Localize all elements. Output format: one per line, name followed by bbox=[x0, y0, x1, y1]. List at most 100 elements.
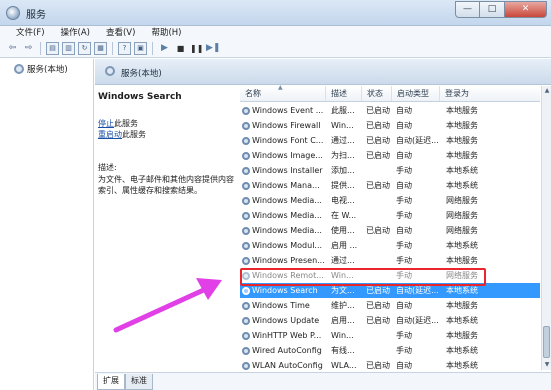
column-header-description[interactable]: 描述 bbox=[326, 86, 362, 101]
services-header: 服务(本地) bbox=[95, 59, 551, 85]
forward-arrow-icon[interactable]: ⇨ bbox=[22, 42, 35, 55]
service-name: Windows Media... bbox=[252, 211, 322, 220]
tab-extended[interactable]: 扩展 bbox=[97, 374, 125, 390]
menu-help[interactable]: 帮助(H) bbox=[143, 26, 189, 40]
service-row[interactable]: WLAN AutoConfig WLA... 已启动 自动 本地系统 bbox=[240, 358, 540, 373]
service-name: Wired AutoConfig bbox=[252, 346, 322, 355]
stop-service-action: 停止此服务 bbox=[98, 118, 138, 129]
service-status-cell: 已启动 bbox=[366, 301, 390, 310]
description-label: 描述: bbox=[98, 163, 117, 172]
service-row[interactable]: Windows Installer 添加... 手动 本地系统 bbox=[240, 163, 540, 178]
scroll-up-icon[interactable]: ▲ bbox=[542, 86, 551, 96]
service-name-cell: Windows Mana... bbox=[240, 181, 326, 190]
service-log-on-as-cell: 网络服务 bbox=[446, 226, 478, 235]
header-title: 服务(本地) bbox=[121, 69, 162, 79]
show-console-tree-icon[interactable]: ▤ bbox=[46, 42, 59, 55]
restart-service-icon[interactable]: ▶❚ bbox=[206, 42, 220, 55]
service-row[interactable]: Windows Media... 使用... 已启动 自动 网络服务 bbox=[240, 223, 540, 238]
maximize-button[interactable]: □ bbox=[480, 1, 505, 18]
export-list-icon[interactable]: ▦ bbox=[94, 42, 107, 55]
service-row[interactable]: Windows Mana... 提供... 已启动 自动 本地系统 bbox=[240, 178, 540, 193]
properties-icon[interactable]: ▥ bbox=[62, 42, 75, 55]
toolbar: ⇦ ⇨ ▤ ▥ ↻ ▦ ? ▣ ▶ ■ ❚❚ ▶❚ bbox=[0, 40, 551, 58]
menu-file[interactable]: 文件(F) bbox=[0, 26, 53, 40]
scrollbar-thumb[interactable] bbox=[543, 326, 550, 358]
selected-service-name: Windows Search bbox=[98, 92, 182, 102]
help-icon[interactable]: ? bbox=[118, 42, 131, 55]
back-arrow-icon[interactable]: ⇦ bbox=[6, 42, 19, 55]
column-header-name[interactable]: 名称 bbox=[240, 86, 326, 101]
stop-link[interactable]: 停止 bbox=[98, 119, 114, 128]
service-name-cell: Windows Search bbox=[240, 286, 326, 295]
service-log-on-as-cell: 本地服务 bbox=[446, 256, 478, 265]
scroll-down-icon[interactable]: ▼ bbox=[542, 360, 551, 370]
service-log-on-as-cell: 本地服务 bbox=[446, 331, 478, 340]
stop-service-icon[interactable]: ■ bbox=[174, 42, 187, 55]
service-startup-type-cell: 自动 bbox=[396, 226, 412, 235]
menu-bar: 文件(F) 操作(A) 查看(V) 帮助(H) bbox=[0, 26, 551, 40]
service-name: WLAN AutoConfig bbox=[252, 361, 323, 370]
service-status-cell: 已启动 bbox=[366, 316, 390, 325]
service-row[interactable]: Windows Update 启用... 已启动 自动(延迟... 本地系统 bbox=[240, 313, 540, 328]
service-status-cell: 已启动 bbox=[366, 121, 390, 130]
pointer-arrow-annotation bbox=[113, 278, 222, 333]
service-name: WinHTTP Web P... bbox=[252, 331, 322, 340]
service-startup-type-cell: 手动 bbox=[396, 256, 412, 265]
minimize-button[interactable]: — bbox=[455, 1, 480, 18]
service-name-cell: Windows Font C... bbox=[240, 136, 326, 145]
menu-view[interactable]: 查看(V) bbox=[98, 26, 143, 40]
tree-node-label: 服务(本地) bbox=[27, 65, 68, 75]
service-row[interactable]: Windows Presen... 通过... 手动 本地服务 bbox=[240, 253, 540, 268]
start-service-icon[interactable]: ▶ bbox=[158, 42, 171, 55]
service-log-on-as-cell: 本地系统 bbox=[446, 361, 478, 370]
service-row[interactable]: Windows Time 维护... 已启动 自动 本地服务 bbox=[240, 298, 540, 313]
pause-service-icon[interactable]: ❚❚ bbox=[190, 42, 203, 55]
service-description-cell: 为文... bbox=[331, 286, 355, 295]
service-name: Windows Firewall bbox=[252, 121, 321, 130]
service-name: Windows Update bbox=[252, 316, 320, 325]
show-hide-action-pane-icon[interactable]: ▣ bbox=[134, 42, 147, 55]
restart-link[interactable]: 重启动 bbox=[98, 130, 122, 139]
service-description-cell: 通过... bbox=[331, 256, 355, 265]
service-row[interactable]: Windows Modul... 启用 ... 手动 本地系统 bbox=[240, 238, 540, 253]
service-log-on-as-cell: 本地系统 bbox=[446, 316, 478, 325]
gear-icon bbox=[14, 64, 24, 74]
column-header-startup-type[interactable]: 启动类型 bbox=[392, 86, 440, 101]
service-startup-type-cell: 自动 bbox=[396, 301, 412, 310]
service-status-cell: 已启动 bbox=[366, 361, 390, 370]
service-name: Windows Search bbox=[252, 286, 318, 295]
service-row[interactable]: Windows Event ... 此服... 已启动 自动 本地服务 bbox=[240, 103, 540, 118]
tab-standard[interactable]: 标准 bbox=[125, 374, 153, 390]
service-description-cell: 电视... bbox=[331, 196, 355, 205]
service-row[interactable]: WinHTTP Web P... Win... 手动 本地服务 bbox=[240, 328, 540, 343]
column-header-status[interactable]: 状态 bbox=[362, 86, 392, 101]
service-log-on-as-cell: 本地服务 bbox=[446, 136, 478, 145]
service-gear-icon bbox=[242, 241, 250, 250]
service-name-cell: Windows Event ... bbox=[240, 106, 326, 115]
refresh-icon[interactable]: ↻ bbox=[78, 42, 91, 55]
service-gear-icon bbox=[242, 346, 250, 355]
service-row[interactable]: Windows Font C... 通过... 已启动 自动(延迟... 本地服务 bbox=[240, 133, 540, 148]
service-row[interactable]: Windows Firewall Win... 已启动 自动 本地服务 bbox=[240, 118, 540, 133]
service-startup-type-cell: 自动(延迟... bbox=[396, 136, 439, 145]
tree-node-services-local[interactable]: 服务(本地) bbox=[14, 63, 68, 75]
close-button[interactable]: ✕ bbox=[505, 1, 547, 18]
service-row[interactable]: Windows Media... 在 W... 手动 网络服务 bbox=[240, 208, 540, 223]
vertical-scrollbar[interactable]: ▲ ▼ bbox=[541, 86, 551, 370]
restart-service-action: 重启动此服务 bbox=[98, 129, 146, 140]
service-log-on-as-cell: 本地系统 bbox=[446, 241, 478, 250]
menu-action[interactable]: 操作(A) bbox=[53, 26, 98, 40]
service-gear-icon bbox=[242, 301, 250, 310]
column-header-log-on-as[interactable]: 登录为 bbox=[440, 86, 540, 101]
service-description-cell: 在 W... bbox=[331, 211, 357, 220]
service-row[interactable]: Windows Image... 为扫... 已启动 自动 本地服务 bbox=[240, 148, 540, 163]
service-log-on-as-cell: 本地系统 bbox=[446, 166, 478, 175]
service-name: Windows Event ... bbox=[252, 106, 324, 115]
service-row[interactable]: Wired AutoConfig 有线... 手动 本地系统 bbox=[240, 343, 540, 358]
service-name: Windows Installer bbox=[252, 166, 323, 175]
service-row[interactable]: Windows Media... 电视... 手动 网络服务 bbox=[240, 193, 540, 208]
service-name-cell: Windows Image... bbox=[240, 151, 326, 160]
toolbar-divider bbox=[40, 42, 41, 55]
service-gear-icon bbox=[242, 226, 250, 235]
service-gear-icon bbox=[242, 286, 250, 295]
